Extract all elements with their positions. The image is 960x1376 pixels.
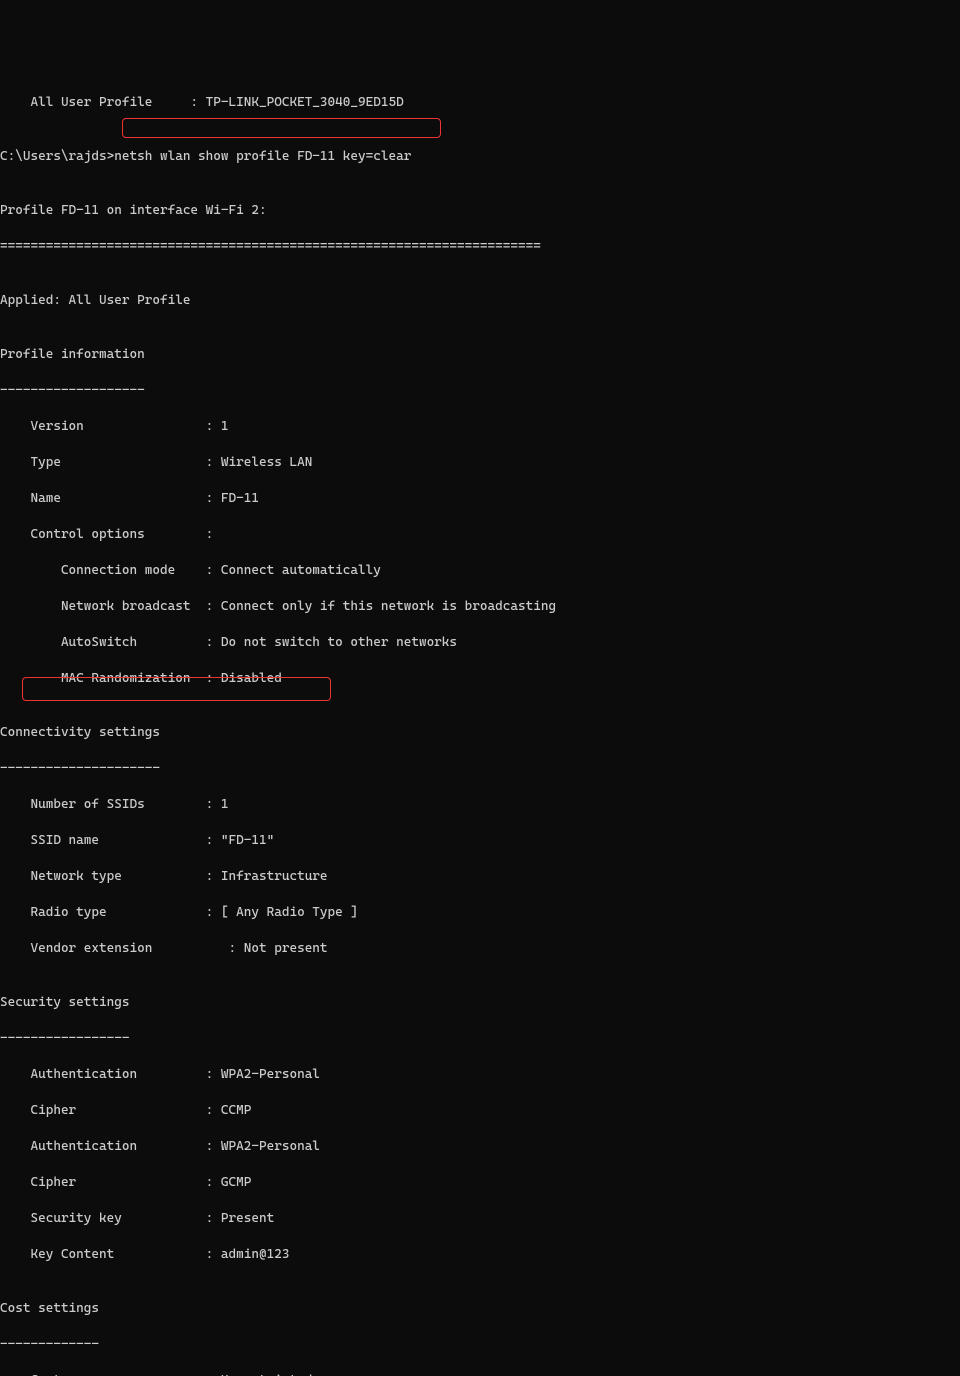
output-line: Authentication : WPA2-Personal	[0, 1066, 960, 1084]
output-line: Cost : Unrestricted	[0, 1372, 960, 1376]
section-header: Profile information	[0, 346, 960, 364]
section-header: Cost settings	[0, 1300, 960, 1318]
output-line: Profile FD-11 on interface Wi-Fi 2:	[0, 202, 960, 220]
section-header: Connectivity settings	[0, 724, 960, 742]
terminal-output: All User Profile : TP-LINK_POCKET_3040_9…	[0, 72, 960, 1376]
output-line: Applied: All User Profile	[0, 292, 960, 310]
output-line: Name : FD-11	[0, 490, 960, 508]
output-line: Type : Wireless LAN	[0, 454, 960, 472]
section-divider: ---------------------	[0, 760, 960, 778]
key-content-line: Key Content : admin@123	[0, 1246, 960, 1264]
output-line: Cipher : GCMP	[0, 1174, 960, 1192]
output-line: MAC Randomization : Disabled	[0, 670, 960, 688]
section-header: Security settings	[0, 994, 960, 1012]
output-line: SSID name : "FD-11"	[0, 832, 960, 850]
output-line: AutoSwitch : Do not switch to other netw…	[0, 634, 960, 652]
output-line: Network type : Infrastructure	[0, 868, 960, 886]
output-line: Network broadcast : Connect only if this…	[0, 598, 960, 616]
output-line: ========================================…	[0, 238, 960, 256]
output-line: Radio type : [ Any Radio Type ]	[0, 904, 960, 922]
output-line: Control options :	[0, 526, 960, 544]
output-line: Vendor extension : Not present	[0, 940, 960, 958]
section-divider: -------------	[0, 1336, 960, 1354]
output-line: Version : 1	[0, 418, 960, 436]
command-prompt-line[interactable]: C:\Users\rajds>netsh wlan show profile F…	[0, 148, 960, 166]
output-line: All User Profile : TP-LINK_POCKET_3040_9…	[0, 94, 960, 112]
output-line: Security key : Present	[0, 1210, 960, 1228]
section-divider: -------------------	[0, 382, 960, 400]
output-line: Connection mode : Connect automatically	[0, 562, 960, 580]
output-line: Cipher : CCMP	[0, 1102, 960, 1120]
output-line: Number of SSIDs : 1	[0, 796, 960, 814]
command-highlight-box	[122, 118, 441, 138]
output-line: Authentication : WPA2-Personal	[0, 1138, 960, 1156]
section-divider: -----------------	[0, 1030, 960, 1048]
